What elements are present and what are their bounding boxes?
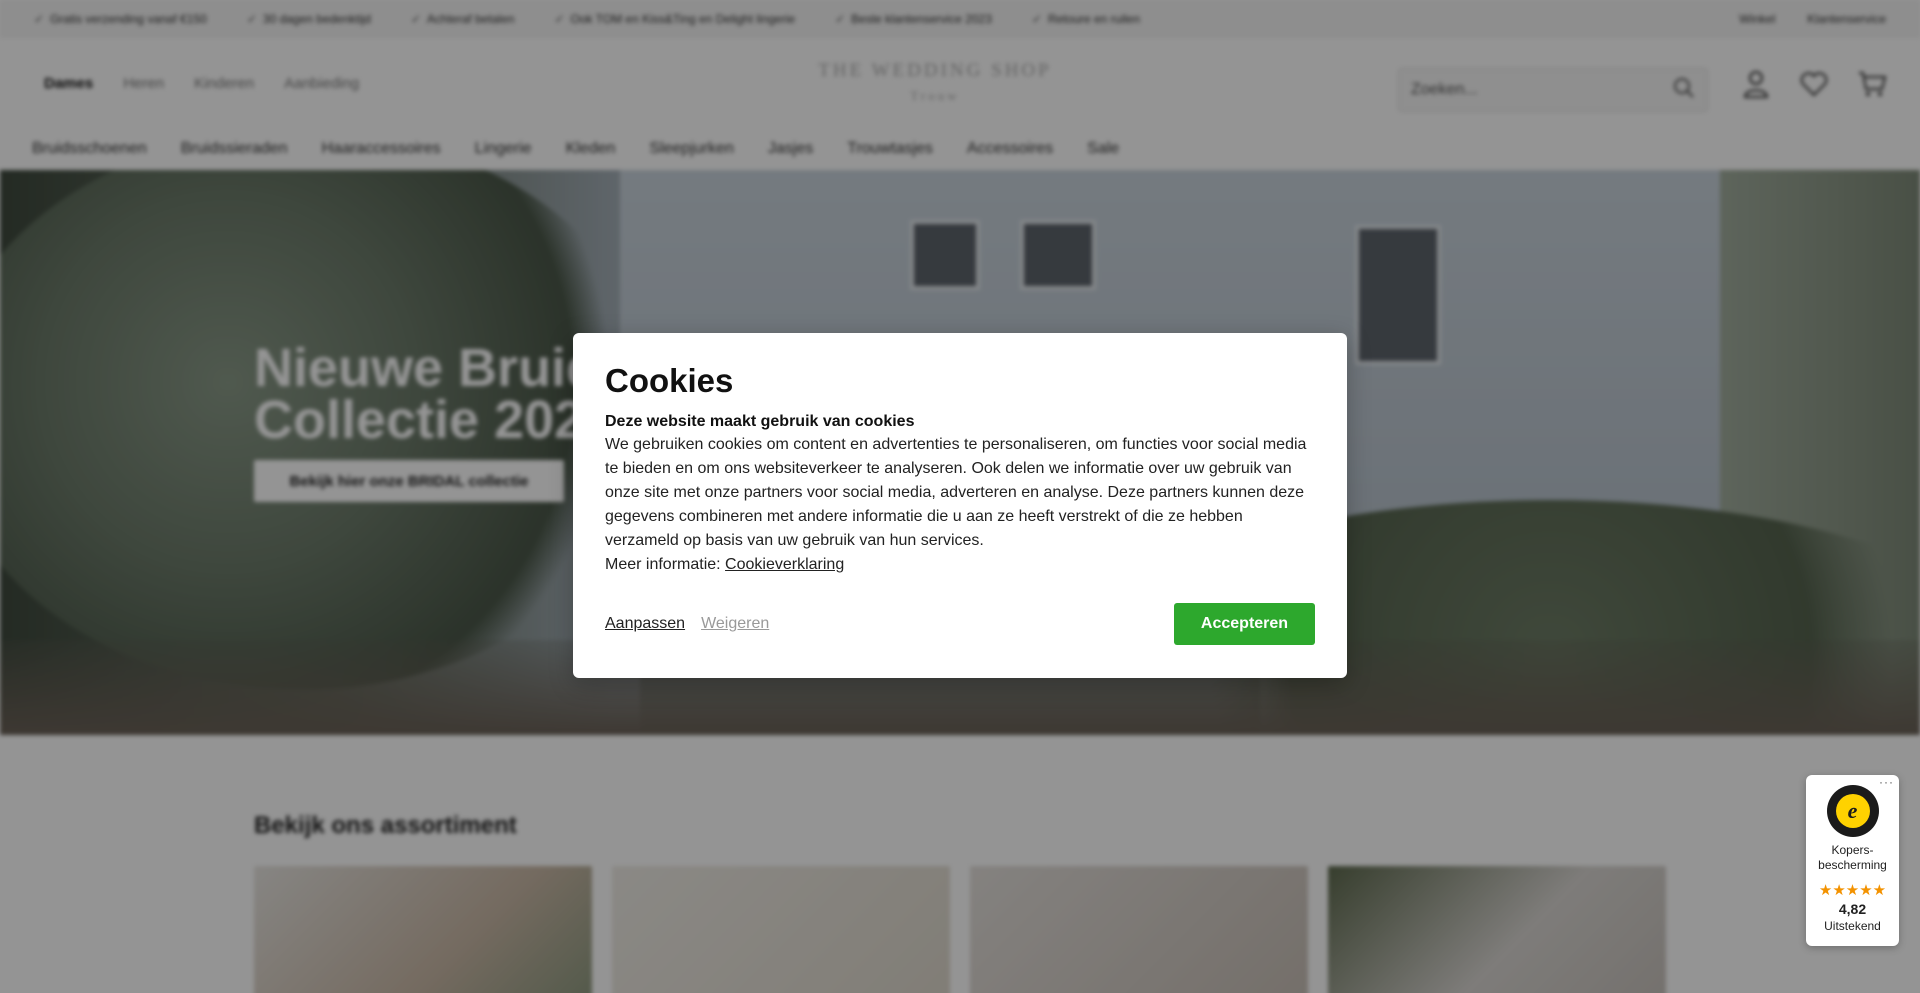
customize-button[interactable]: Aanpassen	[605, 615, 685, 633]
cookie-dialog-actions: Aanpassen Weigeren Accepteren	[605, 603, 1315, 645]
rating-score: 4,82	[1838, 901, 1867, 917]
buyer-protection-label: Kopers- bescherming	[1818, 843, 1887, 872]
cookie-consent-dialog: Cookies Deze website maakt gebruik van c…	[573, 333, 1347, 678]
cookie-dialog-subtitle: Deze website maakt gebruik van cookies	[605, 413, 915, 430]
trust-badge[interactable]: ··· e Kopers- bescherming ★★★★★ 4,82 Uit…	[1806, 775, 1899, 946]
seal-letter: e	[1835, 794, 1870, 828]
rating-verdict: Uitstekend	[1824, 919, 1881, 933]
trust-seal-icon: e	[1826, 785, 1879, 837]
rating-stars-icon: ★★★★★	[1818, 882, 1887, 899]
cookie-statement-link[interactable]: Cookieverklaring	[725, 556, 844, 573]
accept-button[interactable]: Accepteren	[1174, 603, 1315, 645]
cookie-more-info: Meer informatie: Cookieverklaring	[605, 553, 1315, 577]
cookie-dialog-body: We gebruiken cookies om content en adver…	[605, 436, 1307, 549]
more-options-icon[interactable]: ···	[1879, 775, 1894, 789]
decline-button[interactable]: Weigeren	[701, 615, 769, 633]
more-info-label: Meer informatie:	[605, 556, 721, 573]
cookie-dialog-title: Cookies	[605, 362, 734, 399]
